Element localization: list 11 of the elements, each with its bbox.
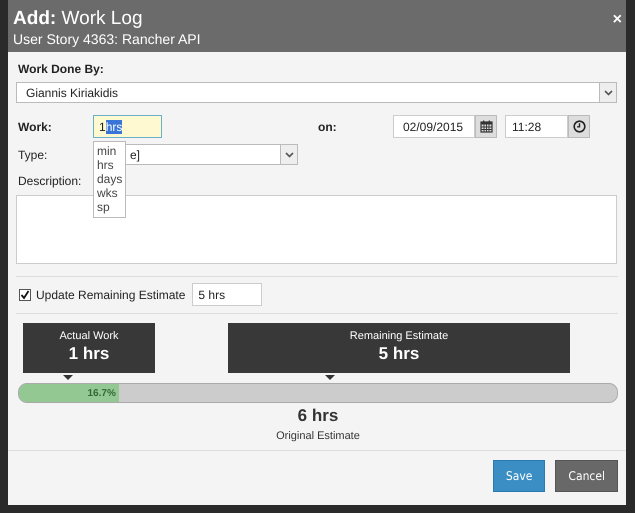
dialog-title: Add: Work Log	[13, 8, 143, 30]
field-label: on:	[318, 120, 338, 134]
progress-reading: 16.7%	[88, 388, 116, 398]
field-label: Description:	[18, 174, 82, 188]
original-estimate-value: 6 hrs	[298, 406, 338, 426]
original-estimate-label: Original Estimate	[276, 430, 360, 442]
field-label: Type:	[17, 148, 48, 162]
field-label: Work:	[17, 120, 53, 134]
field-label: Work Done By:	[18, 62, 104, 76]
dialog-subtitle: User Story 4363: Rancher API	[13, 30, 201, 48]
checkbox-label: Update Remaining Estimate	[36, 288, 186, 302]
